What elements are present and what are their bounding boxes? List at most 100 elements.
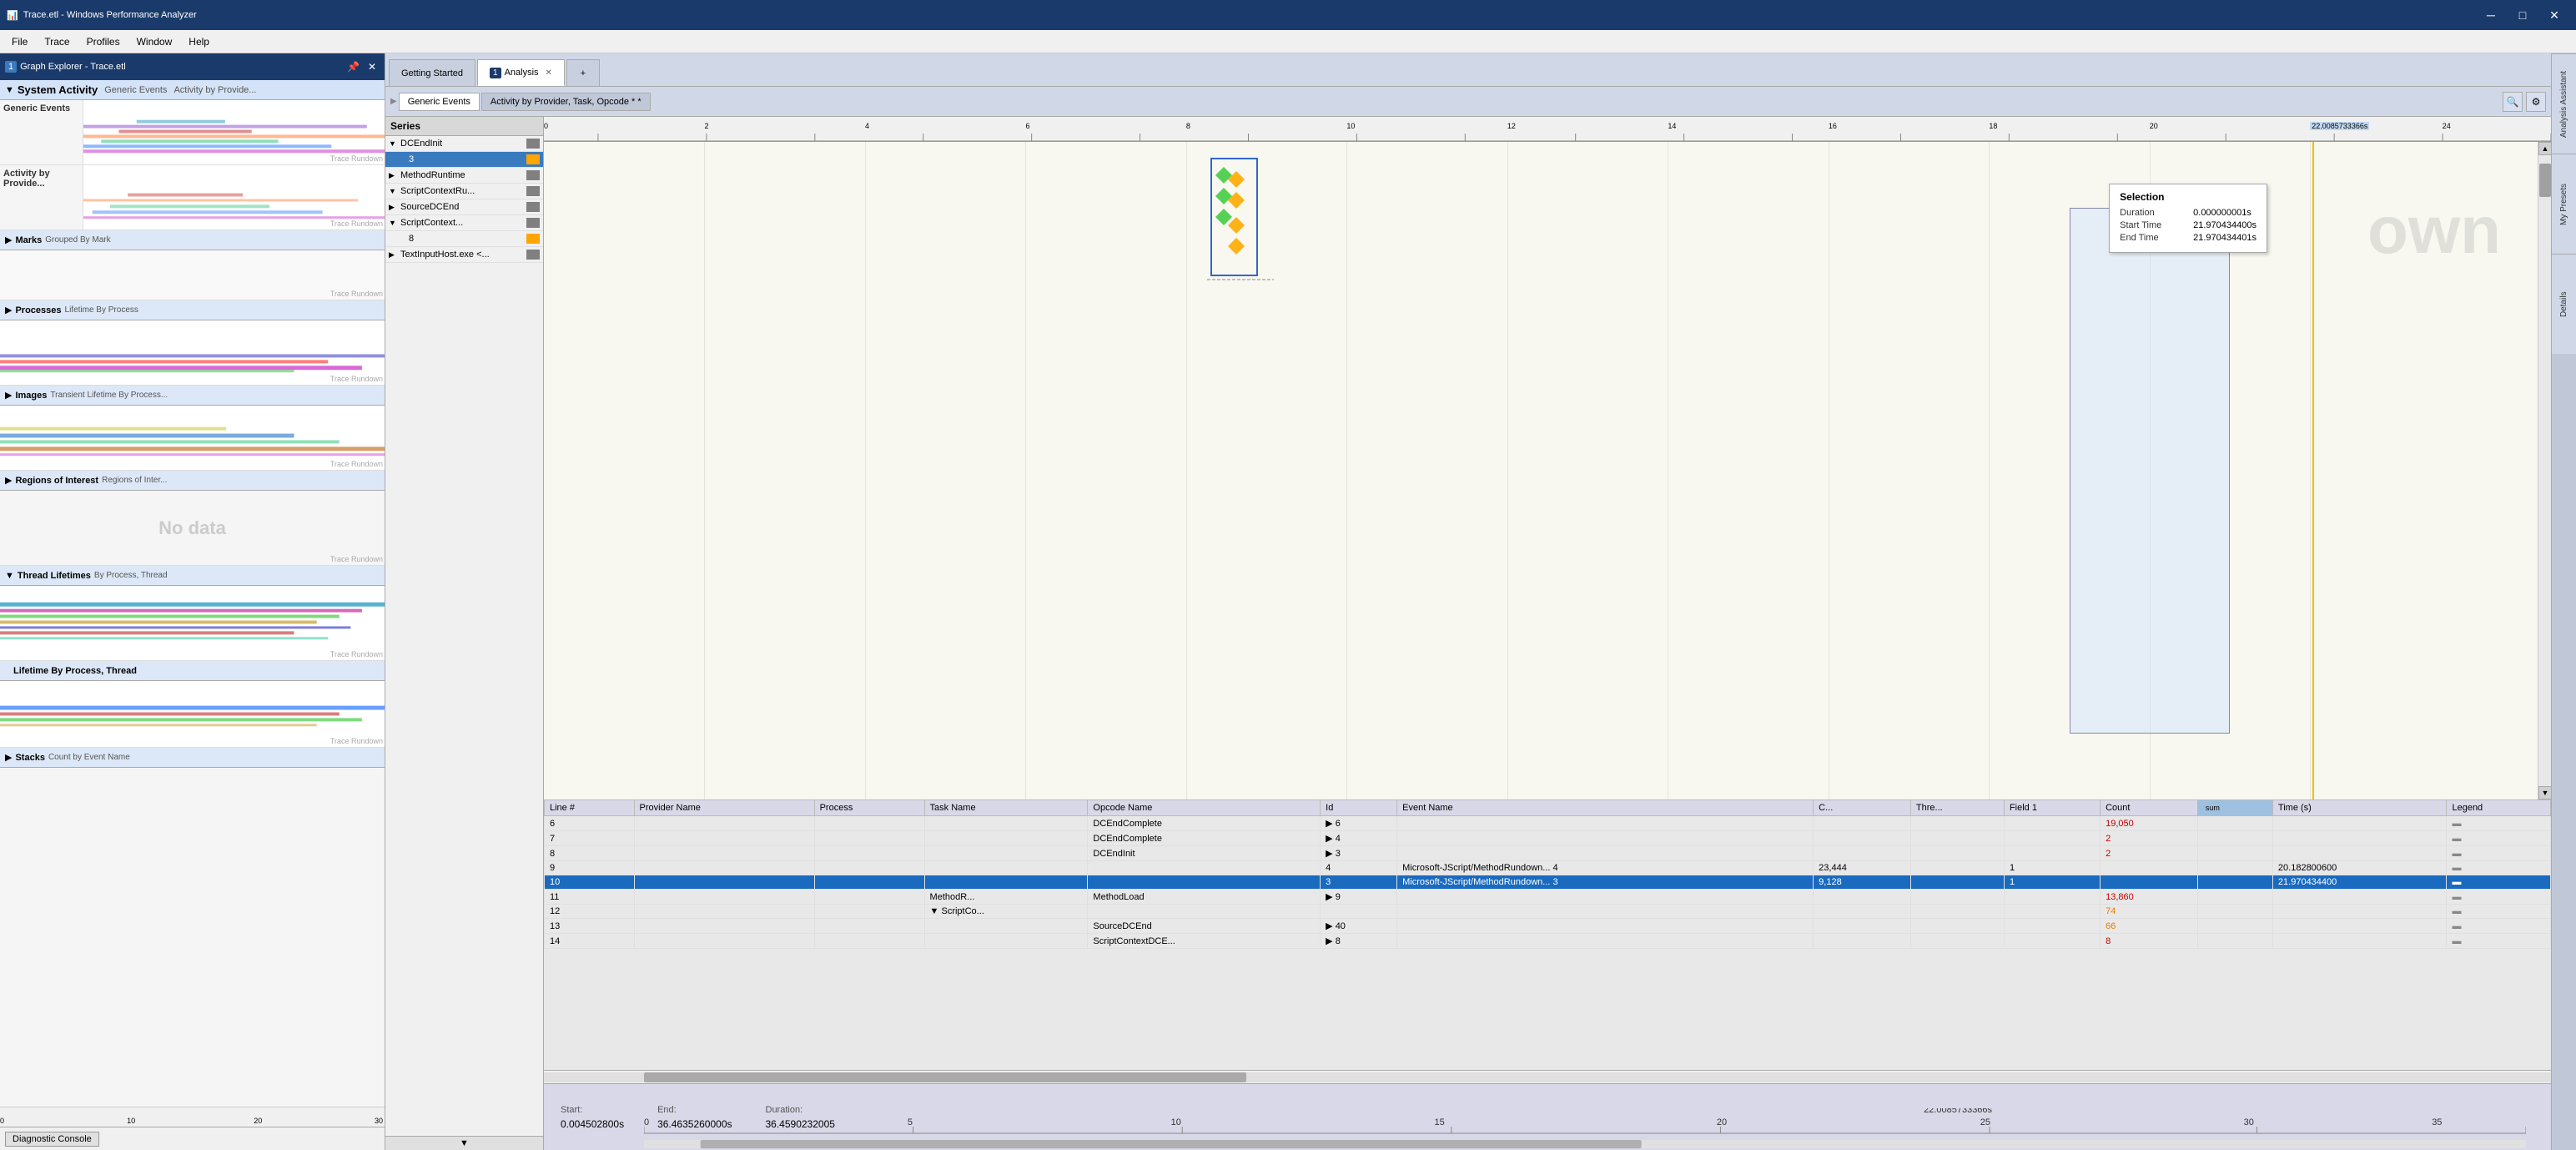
details-tab[interactable]: Details	[2552, 254, 2576, 354]
menu-window[interactable]: Window	[128, 33, 181, 51]
col-process[interactable]: Process	[814, 800, 924, 816]
lifetime-process-section[interactable]: Lifetime By Process, Thread	[0, 661, 385, 681]
scroll-down-btn[interactable]: ▼	[2538, 786, 2551, 799]
regions-graph[interactable]: No data Trace Rundown	[0, 491, 385, 565]
series-item-scriptcontext2[interactable]: ▼ ScriptContext...	[385, 215, 543, 231]
regions-expand: ▶	[5, 475, 12, 486]
images-section[interactable]: ▶ Images Transient Lifetime By Process..…	[0, 386, 385, 406]
table-row[interactable]: 9 4 Microsoft-JScript/MethodRundown... 4…	[545, 861, 2551, 875]
table-row[interactable]: 8 DCEndInit ▶ 3	[545, 846, 2551, 861]
search-button[interactable]: 🔍	[2503, 92, 2523, 112]
title-bar-left: 📊 Trace.etl - Windows Performance Analyz…	[7, 10, 197, 21]
series-item-methodruntime[interactable]: ▶ MethodRuntime	[385, 168, 543, 184]
processes-section[interactable]: ▶ Processes Lifetime By Process	[0, 300, 385, 320]
images-graph[interactable]: Trace Rundown	[0, 406, 385, 470]
bottom-status: Start: 0.004502800s End: 36.4635260000s …	[544, 1083, 2551, 1150]
col-line[interactable]: Line #	[545, 800, 635, 816]
panel-pin-button[interactable]: 📌	[344, 59, 363, 74]
col-event[interactable]: Event Name	[1397, 800, 1814, 816]
marks-section[interactable]: ▶ Marks Grouped By Mark	[0, 230, 385, 250]
analysis-tab[interactable]: 1 Analysis ✕	[477, 59, 565, 86]
generic-events-sub-tab[interactable]: Generic Events	[399, 93, 480, 111]
menu-trace[interactable]: Trace	[36, 33, 78, 51]
col-sum[interactable]: sum	[2197, 800, 2272, 816]
col-legend[interactable]: Legend	[2447, 800, 2551, 816]
marks-graph[interactable]: Trace Rundown	[0, 250, 385, 300]
table-row[interactable]: 11 MethodR... MethodLoad ▶ 9	[545, 890, 2551, 905]
getting-started-tab[interactable]: Getting Started	[389, 59, 475, 86]
settings-button[interactable]: ⚙	[2526, 92, 2546, 112]
cell-opcode-14: ScriptContextDCE...	[1088, 934, 1321, 949]
axis-10: 10	[127, 1117, 135, 1125]
generic-events-graph[interactable]: Trace Rundown	[83, 100, 385, 164]
regions-section[interactable]: ▶ Regions of Interest Regions of Inter..…	[0, 471, 385, 491]
col-opcode[interactable]: Opcode Name	[1088, 800, 1321, 816]
analysis-assistant-tab[interactable]: Analysis Assistant	[2552, 53, 2576, 154]
generic-events-label: Generic Events	[0, 100, 83, 164]
table-row[interactable]: 6 DCEndComplete ▶ 6	[545, 816, 2551, 831]
table-row[interactable]: 7 DCEndComplete ▶ 4	[545, 831, 2551, 846]
threads-graph[interactable]: Trace Rundown	[0, 586, 385, 660]
axis-ruler: 0 10 20 30	[0, 1107, 385, 1127]
table-hscroll[interactable]	[544, 1070, 2551, 1083]
series-item-textinputhost[interactable]: ▶ TextInputHost.exe <...	[385, 247, 543, 263]
col-field1[interactable]: Field 1	[2004, 800, 2100, 816]
col-time[interactable]: Time (s)	[2272, 800, 2447, 816]
panel-close-button[interactable]: ✕	[365, 59, 380, 74]
maximize-button[interactable]: □	[2508, 0, 2538, 30]
col-provider[interactable]: Provider Name	[634, 800, 814, 816]
table-row-selected[interactable]: 10 3 Microsoft-JScript/MethodRundown... …	[545, 875, 2551, 890]
table-row[interactable]: 14 ScriptContextDCE... ▶ 8	[545, 934, 2551, 949]
scroll-up-btn[interactable]: ▲	[2538, 142, 2551, 155]
analysis-tab-close[interactable]: ✕	[546, 68, 552, 78]
col-thre[interactable]: Thre...	[1910, 800, 2004, 816]
analysis-tab-number: 1	[490, 68, 501, 78]
system-activity-section[interactable]: ▼ System Activity Generic Events Activit…	[0, 80, 385, 100]
cell-task-12: ▼ ScriptCo...	[924, 905, 1088, 919]
activity-provider-graph[interactable]: Trace Rundown	[83, 165, 385, 229]
diagnostic-console-button[interactable]: Diagnostic Console	[5, 1132, 99, 1147]
cell-process-6	[814, 816, 924, 831]
series-item-sourcedcend[interactable]: ▶ SourceDCEnd	[385, 199, 543, 215]
tick-0: 0	[544, 122, 548, 130]
lifetime-graph[interactable]: Trace Rundown	[0, 681, 385, 747]
scroll-thumb[interactable]	[2539, 164, 2551, 197]
my-presets-tab[interactable]: My Presets	[2552, 154, 2576, 254]
series-item-8[interactable]: 8	[385, 231, 543, 247]
hscroll-thumb[interactable]	[644, 1072, 1246, 1082]
table-row[interactable]: 13 SourceDCEnd ▶ 40	[545, 919, 2551, 934]
series-scroll-down[interactable]: ▼	[385, 1136, 543, 1150]
right-sidebar: Analysis Assistant My Presets Details	[2551, 53, 2576, 1150]
stacks-section[interactable]: ▶ Stacks Count by Event Name	[0, 748, 385, 768]
series-item-scriptcontextru[interactable]: ▼ ScriptContextRu...	[385, 184, 543, 199]
series-item-dcendinit[interactable]: ▼ DCEndInit	[385, 136, 543, 152]
tick-14: 14	[1668, 122, 1676, 130]
cell-count-13: 66	[2101, 919, 2198, 934]
col-id[interactable]: Id	[1321, 800, 1397, 816]
cell-field1-6	[2004, 816, 2100, 831]
col-count[interactable]: Count	[2101, 800, 2198, 816]
close-button[interactable]: ✕	[2539, 0, 2569, 30]
series-item-3[interactable]: 3	[385, 152, 543, 168]
table-row[interactable]: 12 ▼ ScriptCo...	[545, 905, 2551, 919]
activity-provider-sub-tab[interactable]: Activity by Provider, Task, Opcode * *	[481, 93, 651, 111]
chart-display[interactable]: own Selection Duration 0.000000001s Star…	[544, 142, 2551, 799]
tick-10: 10	[1346, 122, 1355, 130]
series-scroll[interactable]: ▼ DCEndInit 3	[385, 136, 543, 1136]
new-tab-button[interactable]: +	[566, 59, 600, 86]
table-scroll[interactable]: Line # Provider Name Process Task Name O…	[544, 799, 2551, 1070]
processes-graph[interactable]: Trace Rundown	[0, 320, 385, 385]
marks-title: Marks	[15, 235, 42, 245]
images-title: Images	[15, 391, 47, 401]
tick-20: 20	[2150, 122, 2158, 130]
col-task[interactable]: Task Name	[924, 800, 1088, 816]
menu-help[interactable]: Help	[180, 33, 218, 51]
chart-vscroll[interactable]: ▲ ▼	[2538, 142, 2551, 799]
menu-profiles[interactable]: Profiles	[78, 33, 128, 51]
cell-opcode-6: DCEndComplete	[1088, 816, 1321, 831]
col-c[interactable]: C...	[1814, 800, 1911, 816]
threads-section[interactable]: ▼ Thread Lifetimes By Process, Thread	[0, 566, 385, 586]
cell-provider-6	[634, 816, 814, 831]
menu-file[interactable]: File	[3, 33, 36, 51]
minimize-button[interactable]: ─	[2476, 0, 2506, 30]
